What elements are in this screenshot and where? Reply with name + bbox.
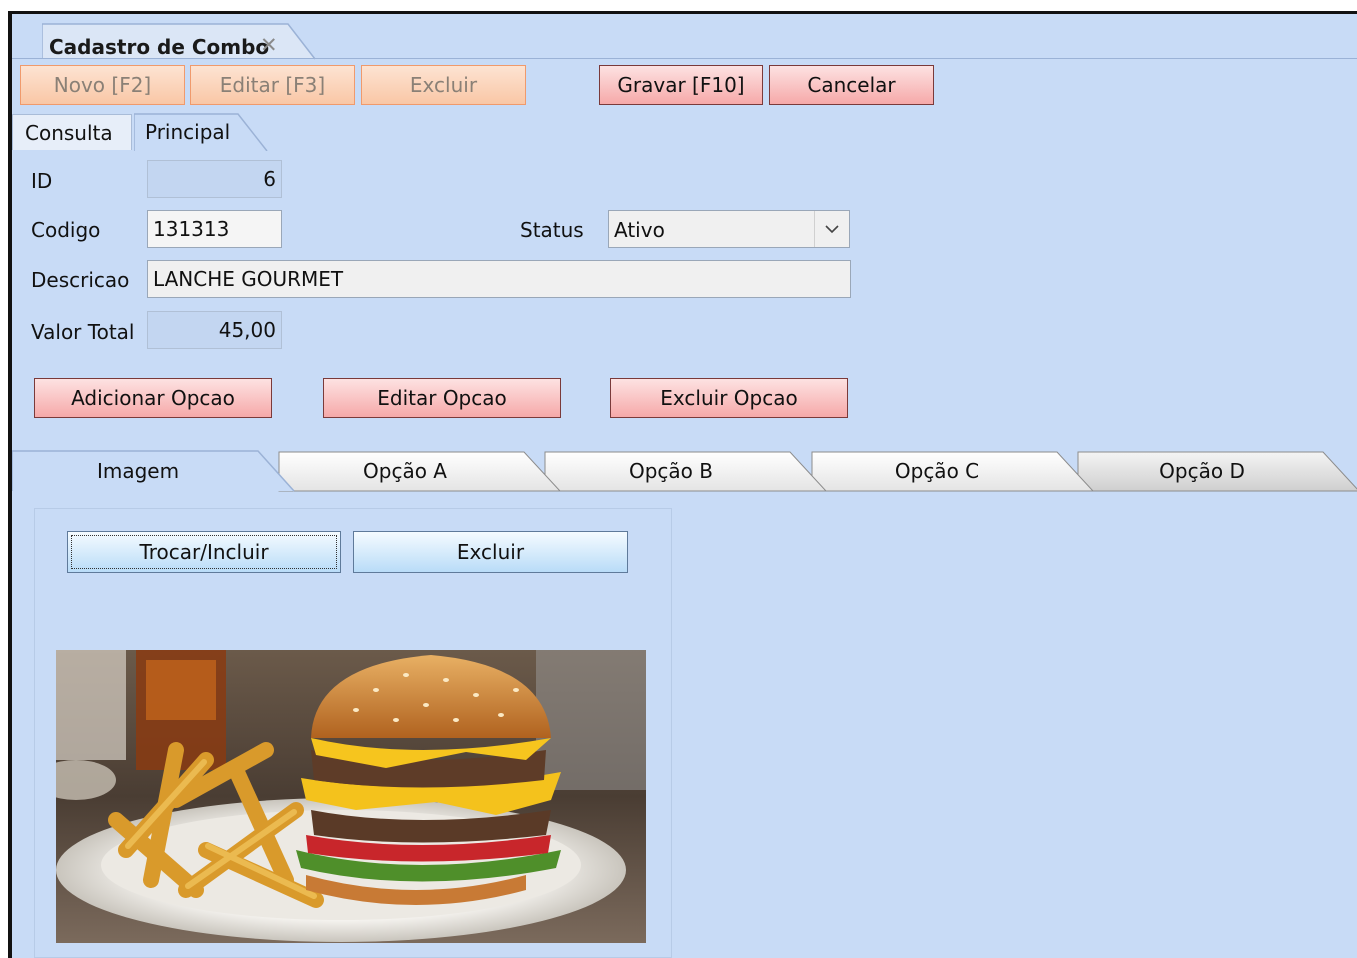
codigo-label: Codigo (31, 218, 101, 242)
status-label: Status (520, 218, 584, 242)
valor-total-label: Valor Total (31, 320, 135, 344)
descricao-input[interactable]: LANCHE GOURMET (147, 260, 851, 298)
tab-opcao-c[interactable]: Opção C (837, 459, 1037, 483)
id-field: 6 (147, 160, 282, 198)
burger-and-fries-photo (36, 650, 646, 943)
add-option-button[interactable]: Adicionar Opcao (34, 378, 272, 418)
tab-principal-label: Principal (145, 120, 231, 144)
replace-image-label: Trocar/Incluir (139, 540, 269, 564)
document-tab-title: Cadastro de Combo (49, 35, 270, 59)
descricao-label: Descricao (31, 268, 130, 292)
tab-opcao-a[interactable]: Opção A (305, 459, 505, 483)
combo-window: Cadastro de Combo ✕ Novo [F2] Editar [F3… (8, 11, 1357, 958)
tab-divider (12, 58, 1357, 59)
tab-principal[interactable]: Principal (134, 113, 269, 151)
codigo-input[interactable]: 131313 (147, 210, 282, 248)
edit-button[interactable]: Editar [F3] (190, 65, 355, 105)
status-select[interactable]: Ativo (608, 210, 850, 248)
replace-image-button[interactable]: Trocar/Incluir (67, 531, 341, 573)
tab-opcao-d[interactable]: Opção D (1102, 459, 1302, 483)
remove-image-button[interactable]: Excluir (353, 531, 628, 573)
valor-total-field: 45,00 (147, 311, 282, 349)
delete-button[interactable]: Excluir (361, 65, 526, 105)
save-button[interactable]: Gravar [F10] (599, 65, 763, 105)
tab-consulta[interactable]: Consulta (12, 114, 132, 150)
cancel-button[interactable]: Cancelar (769, 65, 934, 105)
tab-imagem[interactable]: Imagem (38, 459, 238, 483)
id-label: ID (31, 169, 53, 193)
edit-option-button[interactable]: Editar Opcao (323, 378, 561, 418)
close-icon[interactable]: ✕ (260, 33, 278, 57)
tab-opcao-b[interactable]: Opção B (571, 459, 771, 483)
new-button[interactable]: Novo [F2] (20, 65, 185, 105)
option-tabs: Imagem Opção A Opção B Opção C Opção D (12, 450, 1357, 492)
document-tab[interactable]: Cadastro de Combo ✕ (42, 22, 317, 60)
status-value: Ativo (614, 218, 665, 242)
chevron-down-icon[interactable] (814, 211, 849, 247)
delete-option-button[interactable]: Excluir Opcao (610, 378, 848, 418)
